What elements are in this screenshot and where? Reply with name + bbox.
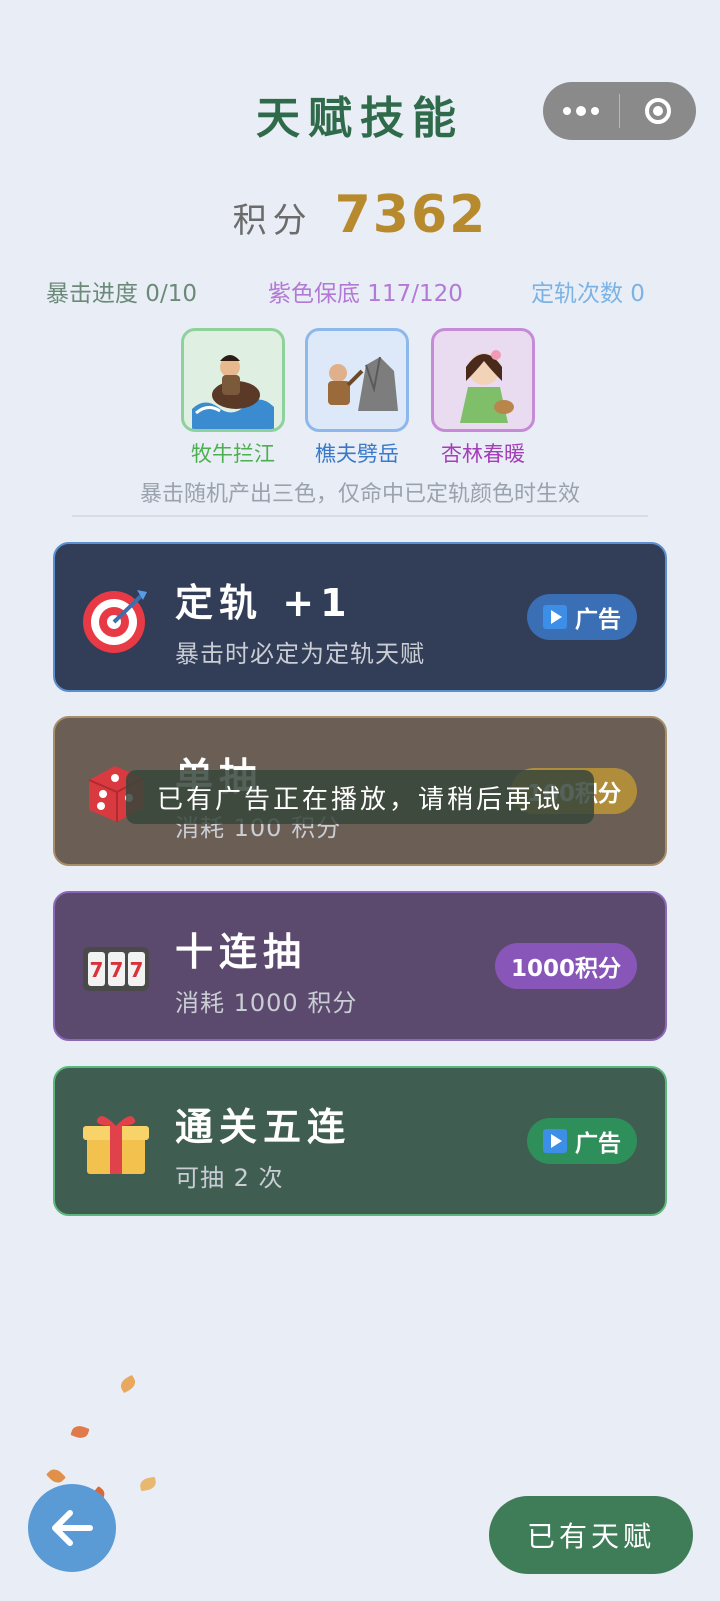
ad-playing-toast: 已有广告正在播放，请稍后再试 bbox=[126, 770, 594, 824]
back-button[interactable] bbox=[28, 1484, 116, 1572]
watch-ad-button[interactable]: 广告 bbox=[527, 1118, 637, 1164]
character-name-muniu: 牧牛拦江 bbox=[191, 442, 275, 466]
score-display: 积分 7362 bbox=[0, 185, 720, 245]
badge-label: 1000积分 bbox=[510, 956, 621, 982]
badge-label: 广告 bbox=[575, 1131, 621, 1157]
video-play-icon bbox=[543, 605, 567, 629]
target-icon bbox=[83, 590, 147, 653]
crit-progress: 暴击进度 0/10 bbox=[46, 281, 197, 307]
badge-label: 广告 bbox=[575, 607, 621, 633]
purple-pity: 紫色保底 117/120 bbox=[268, 281, 463, 307]
svg-text:7: 7 bbox=[130, 958, 144, 982]
character-card-muniu[interactable] bbox=[181, 328, 285, 432]
character-name-xinglin: 杏林春暖 bbox=[441, 442, 525, 466]
option-title: 定轨 +1 bbox=[175, 581, 353, 625]
option-subtitle: 可抽 2 次 bbox=[175, 1164, 284, 1192]
close-mini-program-icon[interactable] bbox=[620, 82, 696, 140]
ten-draw-card[interactable]: 7 7 7 十连抽 消耗 1000 积分 1000积分 bbox=[53, 891, 667, 1041]
character-card-xinglin[interactable] bbox=[431, 328, 535, 432]
video-play-icon bbox=[543, 1129, 567, 1153]
crit-hint: 暴击随机产出三色，仅命中已定轨颜色时生效 bbox=[139, 482, 580, 507]
option-subtitle: 消耗 1000 积分 bbox=[175, 989, 358, 1017]
character-card-qiaofu[interactable] bbox=[305, 328, 409, 432]
watch-ad-button[interactable]: 广告 bbox=[527, 594, 637, 640]
option-title: 十连抽 bbox=[175, 930, 308, 974]
track-count: 定轨次数 0 bbox=[531, 281, 645, 307]
falling-leaf-decoration bbox=[46, 1466, 66, 1486]
section-divider bbox=[72, 515, 648, 517]
falling-leaf-decoration bbox=[118, 1374, 138, 1394]
owned-talents-button[interactable]: 已有天赋 bbox=[489, 1496, 693, 1574]
mini-program-capsule bbox=[543, 82, 696, 140]
score-value: 7362 bbox=[334, 185, 488, 245]
slot-machine-icon: 7 7 7 bbox=[83, 947, 149, 991]
herbalist-girl-icon bbox=[460, 350, 514, 423]
arrow-left-icon bbox=[52, 1510, 93, 1546]
ten-draw-cost-button[interactable]: 1000积分 bbox=[494, 943, 637, 989]
clear-five-draw-card[interactable]: 通关五连 可抽 2 次 广告 bbox=[53, 1066, 667, 1216]
svg-text:7: 7 bbox=[110, 958, 124, 982]
svg-text:7: 7 bbox=[90, 958, 104, 982]
woodcutter-icon bbox=[328, 356, 398, 411]
gift-icon bbox=[83, 1116, 149, 1174]
option-subtitle: 暴击时必定为定轨天赋 bbox=[175, 640, 425, 668]
falling-leaf-decoration bbox=[70, 1423, 90, 1441]
ox-rider-icon bbox=[192, 355, 274, 429]
score-label: 积分 bbox=[232, 201, 313, 241]
falling-leaf-decoration bbox=[139, 1476, 157, 1492]
option-title: 通关五连 bbox=[175, 1105, 352, 1149]
track-plus-one-card[interactable]: 定轨 +1 暴击时必定为定轨天赋 广告 bbox=[53, 542, 667, 692]
character-name-qiaofu: 樵夫劈岳 bbox=[315, 442, 399, 466]
more-options-icon[interactable] bbox=[543, 82, 619, 140]
